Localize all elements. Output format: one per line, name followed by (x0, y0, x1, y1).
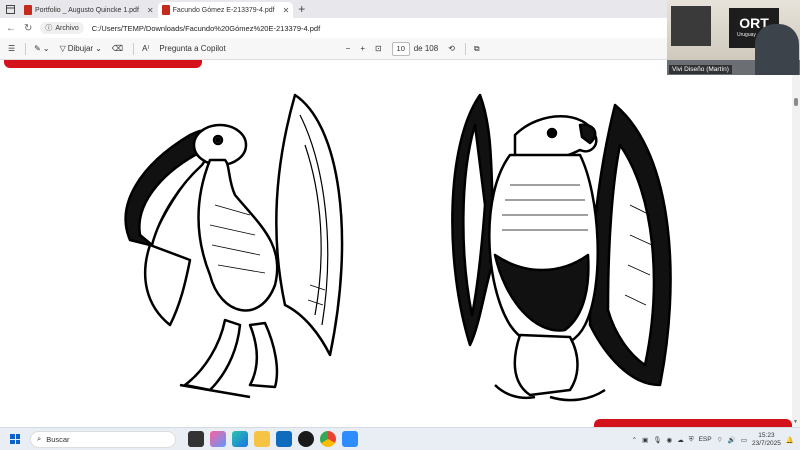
close-tab-icon[interactable]: ✕ (283, 6, 290, 15)
chevron-up-icon[interactable]: ⌃ (632, 436, 637, 444)
draw-button[interactable]: ▽ Dibujar ⌄ (60, 44, 102, 53)
search-icon: ⌕ (37, 434, 42, 443)
taskbar-apps (188, 431, 358, 447)
tab-facundo[interactable]: Facundo Gómez E-213379-4.pdf ✕ (157, 2, 294, 18)
scrollbar-thumb[interactable] (794, 98, 798, 106)
chevron-down-icon: ⌄ (95, 44, 102, 53)
eraser-icon[interactable]: ⌫ (112, 44, 123, 53)
language-indicator[interactable]: ESP (699, 436, 712, 443)
notifications-icon[interactable]: 🔔 (786, 436, 794, 444)
wifi-icon[interactable]: ⌔ (717, 435, 723, 444)
close-tab-icon[interactable]: ✕ (147, 6, 154, 15)
page-count: de 108 (413, 44, 439, 53)
edge-icon[interactable] (232, 431, 248, 447)
ort-logo-sub: Uruguay (737, 32, 756, 38)
dell-icon[interactable] (298, 431, 314, 447)
taskbar-clock[interactable]: 15:23 23/7/2025 (752, 432, 781, 448)
file-chip-label: Archivo (55, 24, 79, 32)
back-icon[interactable]: ← (6, 23, 16, 34)
copilot-icon[interactable] (210, 431, 226, 447)
cloud-icon[interactable]: ☁ (677, 436, 684, 444)
zoom-icon[interactable] (342, 431, 358, 447)
dell-tray-icon[interactable]: ◉ (667, 436, 673, 444)
pdf-page (0, 60, 792, 427)
url-field[interactable]: C:/Users/TEMP/Downloads/Facundo%20Gómez%… (92, 24, 320, 33)
pelican-illustration (124, 93, 344, 399)
chevron-down-icon: ⌄ (42, 44, 50, 53)
video-call-overlay[interactable]: ORT Uruguay Vivi Diseño (Martín) (667, 0, 800, 75)
start-button[interactable] (0, 434, 30, 444)
taskbar-search[interactable]: ⌕ Buscar (30, 430, 176, 448)
divider (25, 42, 27, 55)
pdf-file-icon (161, 5, 170, 15)
clock-time: 15:23 (758, 431, 775, 439)
read-aloud-icon[interactable]: A⁾ (142, 44, 149, 53)
battery-icon[interactable]: ▭ (741, 436, 747, 444)
draw-label: Dibujar (67, 44, 94, 53)
file-explorer-icon[interactable] (254, 431, 270, 447)
security-icon[interactable]: ⛨ (689, 436, 694, 444)
search-placeholder: Buscar (46, 434, 70, 444)
chrome-icon[interactable] (320, 431, 336, 447)
fit-page-icon[interactable]: ⊡ (375, 44, 382, 53)
tab-title: Facundo Gómez E-213379-4.pdf (172, 6, 275, 14)
info-icon: ⓘ (45, 25, 53, 32)
tab-portfolio[interactable]: Portfolio _ Augusto Quincke 1.pdf ✕ (20, 2, 158, 18)
tab-actions-button[interactable] (0, 0, 20, 18)
file-chip[interactable]: ⓘ Archivo (40, 22, 84, 34)
highlighter-icon: ✎ (34, 44, 41, 53)
clock-date: 23/7/2025 (751, 439, 781, 447)
contents-icon[interactable]: ☰ (8, 44, 15, 53)
document-area: ▲ ▼ (0, 60, 800, 427)
scroll-down-icon[interactable]: ▼ (793, 419, 798, 425)
tab-title: Portfolio _ Augusto Quincke 1.pdf (35, 6, 139, 14)
divider (464, 42, 466, 55)
refresh-icon[interactable]: ↻ (24, 23, 32, 34)
highlight-button[interactable]: ✎ ⌄ (34, 44, 49, 53)
participant-name: Vivi Diseño (Martín) (669, 65, 732, 74)
page-view-icon[interactable]: ⧉ (474, 44, 480, 54)
mic-icon[interactable]: 🎙 (653, 436, 661, 444)
rotate-icon[interactable]: ⟲ (448, 44, 455, 53)
vertical-scrollbar[interactable]: ▲ ▼ (792, 60, 800, 427)
volume-icon[interactable]: 🔊 (728, 436, 736, 444)
outlook-icon[interactable] (276, 431, 292, 447)
system-tray: ⌃ ▣ 🎙 ◉ ☁ ⛨ ESP ⌔ 🔊 ▭ 15:23 23/7/2025 🔔 (632, 428, 794, 450)
teams-icon[interactable]: ▣ (642, 436, 648, 444)
copilot-button[interactable]: Pregunta a Copilot (159, 44, 225, 53)
video-shelf (671, 6, 711, 46)
divider (133, 42, 135, 55)
red-footer-bar (594, 419, 792, 427)
draw-icon: ▽ (59, 44, 66, 53)
eagle-illustration (451, 93, 672, 402)
window-icon (5, 4, 15, 14)
zoom-out-icon[interactable]: − (346, 44, 351, 53)
zoom-in-icon[interactable]: + (360, 44, 365, 53)
red-header-bar (4, 60, 202, 68)
task-view-icon[interactable] (188, 431, 204, 447)
pdf-file-icon (24, 5, 32, 15)
participant-figure (755, 24, 799, 75)
windows-icon (10, 434, 20, 444)
new-tab-icon[interactable]: + (298, 2, 305, 16)
page-number-input[interactable]: 10 (391, 41, 410, 56)
taskbar: ⌕ Buscar ⌃ ▣ 🎙 ◉ ☁ ⛨ ESP ⌔ 🔊 ▭ 15:23 23/… (0, 427, 800, 450)
